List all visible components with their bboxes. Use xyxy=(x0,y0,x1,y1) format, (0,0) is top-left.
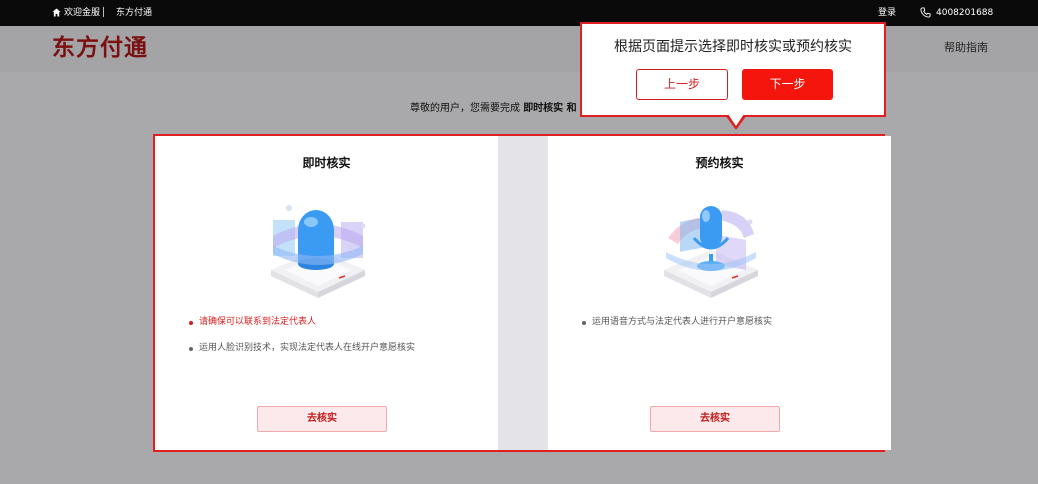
brand-link[interactable]: 东方付通 xyxy=(116,8,152,18)
instant-bullet-1: 请确保可以联系到法定代表人 xyxy=(189,316,415,328)
verification-options-highlight: 即时核实 请确保可以联系到法定代表人 运用人脸识别技术，实现法定代表人在线开户意… xyxy=(153,134,891,452)
instant-bullets: 请确保可以联系到法定代表人 运用人脸识别技术，实现法定代表人在线开户意愿核实 xyxy=(189,316,415,368)
logo[interactable]: 东方付通 xyxy=(52,34,148,62)
welcome-link[interactable]: 欢迎金服 xyxy=(64,8,100,18)
scheduled-bullets: 运用语音方式与法定代表人进行开户意愿核实 xyxy=(582,316,772,342)
scheduled-verification-card[interactable]: 预约核实 运用语音方式与法定代表人进行开户意愿核实 去核实 xyxy=(548,136,891,450)
voice-verification-illustration xyxy=(664,206,758,298)
instant-verification-card[interactable]: 即时核实 请确保可以联系到法定代表人 运用人脸识别技术，实现法定代表人在线开户意… xyxy=(155,136,498,450)
notice-bold: 即时核实 和 xyxy=(523,103,577,114)
notice-text: 尊敬的用户，您需要完成 即时核实 和 xyxy=(410,103,577,115)
divider xyxy=(103,7,104,17)
notice-prefix: 尊敬的用户，您需要完成 xyxy=(410,103,524,114)
guide-tooltip: 根据页面提示选择即时核实或预约核实 上一步 下一步 xyxy=(580,22,886,117)
face-recognition-illustration xyxy=(271,205,366,298)
phone-number: 4008201688 xyxy=(936,8,994,18)
previous-step-button[interactable]: 上一步 xyxy=(636,69,728,100)
login-link[interactable]: 登录 xyxy=(878,8,896,18)
phone-icon xyxy=(920,7,931,18)
scheduled-verify-button[interactable]: 去核实 xyxy=(650,406,780,432)
instant-verify-button[interactable]: 去核实 xyxy=(257,406,387,432)
tooltip-arrow-fill xyxy=(728,114,744,126)
home-icon xyxy=(52,8,61,17)
next-step-button[interactable]: 下一步 xyxy=(742,69,833,100)
scheduled-bullet-1: 运用语音方式与法定代表人进行开户意愿核实 xyxy=(582,316,772,328)
scheduled-verification-title: 预约核实 xyxy=(695,156,744,170)
instant-bullet-2: 运用人脸识别技术，实现法定代表人在线开户意愿核实 xyxy=(189,342,415,354)
guide-tooltip-text: 根据页面提示选择即时核实或预约核实 xyxy=(614,39,852,55)
instant-verification-title: 即时核实 xyxy=(302,156,351,170)
help-guide-link[interactable]: 帮助指南 xyxy=(944,42,988,54)
